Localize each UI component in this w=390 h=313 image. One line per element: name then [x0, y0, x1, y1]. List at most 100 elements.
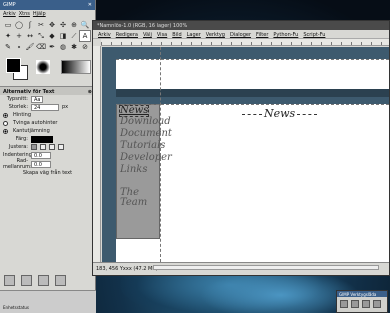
color-picker-tool-icon[interactable]: ✦ [3, 31, 13, 41]
image-statusbar: 183, 456 Yxxx (47.2 MB) [93, 262, 389, 275]
restore-options-icon[interactable] [21, 275, 32, 286]
menu-lager[interactable]: Lager [187, 32, 201, 38]
spacing-input[interactable]: 0.0 [31, 160, 51, 168]
color-area [3, 56, 92, 84]
transform-tool-icon[interactable]: ⤡ [36, 31, 46, 41]
gradient-preview[interactable] [61, 60, 91, 74]
menu-hjalp[interactable]: Hjälp [33, 11, 46, 17]
news-heading: News [264, 107, 296, 120]
create-path-button[interactable]: Skapa väg från text [23, 170, 72, 176]
rect-select-tool-icon[interactable]: ▭ [3, 20, 13, 30]
paths-tool-icon[interactable]: ⊕ [69, 20, 79, 30]
layers-window: GIMP Verktygslåda [336, 290, 388, 313]
nav-item-links: Links [120, 164, 148, 175]
justify-right-icon[interactable] [40, 144, 46, 150]
vertical-ruler[interactable] [93, 46, 101, 262]
justify-center-icon[interactable] [49, 144, 55, 150]
toolbox-titlebar[interactable]: GIMP ✕ [0, 0, 95, 10]
image-window-titlebar[interactable]: *Namnlös-1.0 (RGB, 16 lager) 100% [93, 21, 389, 30]
brush-preview-icon[interactable] [36, 60, 50, 74]
guide-line [116, 59, 389, 60]
toolbox-menubar: Arkiv Xtns Hjälp [0, 10, 95, 18]
nav-sidebar: News Download Document Tutorials Develop… [116, 104, 172, 239]
pattern-icon[interactable] [362, 300, 370, 308]
menu-dialoger[interactable]: Dialoger [230, 32, 251, 38]
eraser-tool-icon[interactable]: ⬩ [14, 42, 24, 52]
horizontal-ruler[interactable] [101, 39, 389, 46]
menu-visa[interactable]: Visa [157, 32, 167, 38]
hinting-row[interactable]: Hinting [0, 111, 95, 119]
device-status-panel: Enhetsstatus [0, 290, 96, 313]
move-tool-icon[interactable]: ✥ [47, 20, 57, 30]
antialias-row[interactable]: Kantutjämning [0, 127, 95, 135]
foreground-color-swatch[interactable] [6, 58, 21, 73]
font-selector[interactable]: Aa [31, 95, 44, 103]
spacing-row: Rad-mellanrum: 0.0 [0, 158, 95, 170]
hinting-checkbox[interactable] [3, 112, 8, 118]
justify-left-icon[interactable] [31, 144, 37, 150]
nav-item-news[interactable]: News [118, 105, 150, 117]
nav-item-developer: Developer [120, 152, 172, 163]
measure-tool-icon[interactable]: + [14, 31, 24, 41]
menu-arkiv[interactable]: Arkiv [3, 11, 16, 17]
scissors-tool-icon[interactable]: ✂ [36, 20, 46, 30]
size-label: Storlek: [8, 104, 28, 110]
gradient-icon[interactable] [373, 300, 381, 308]
menu-verktyg[interactable]: Verktyg [206, 32, 225, 38]
font-row: Typsnitt: Aa [0, 95, 95, 103]
antialias-checkbox[interactable] [3, 128, 8, 134]
menu-xtns[interactable]: Xtns [19, 11, 30, 17]
smudge-tool-icon[interactable]: ✱ [69, 42, 79, 52]
menu-redigera[interactable]: Redigera [116, 32, 138, 38]
autohinter-checkbox[interactable] [3, 120, 8, 126]
menu-filter[interactable]: Filter [256, 32, 268, 38]
color-row: Färg: [0, 135, 95, 143]
brush-icon[interactable] [351, 300, 359, 308]
airbrush-tool-icon[interactable]: 🖌 [25, 42, 35, 52]
nav-item-document: Document [120, 128, 172, 139]
clone-tool-icon[interactable]: ✒ [47, 42, 57, 52]
size-unit-select[interactable]: px [62, 104, 68, 110]
paintbrush-tool-icon[interactable]: ✎ [3, 42, 13, 52]
menu-script-fu[interactable]: Script-Fu [303, 32, 325, 38]
dodge-tool-icon[interactable]: ⊘ [80, 42, 90, 52]
autohinter-label: Tvinga autohinter [13, 120, 58, 126]
menu-bild[interactable]: Bild [172, 32, 181, 38]
blur-tool-icon[interactable]: ◍ [58, 42, 68, 52]
device-status-label: Enhetsstatus [3, 305, 30, 310]
horizontal-scrollbar[interactable] [153, 265, 379, 270]
menu-python-fu[interactable]: Python-Fu [273, 32, 298, 38]
close-icon[interactable]: ✕ [88, 2, 92, 8]
text-color-swatch[interactable] [31, 135, 53, 143]
save-options-icon[interactable] [4, 275, 15, 286]
zoom-tool-icon[interactable]: 🔍 [80, 20, 90, 30]
indent-input[interactable]: 0.0 [31, 151, 51, 159]
justify-label: Justera: [8, 144, 28, 150]
nav-item-download: Download [120, 116, 171, 127]
menu-arkiv[interactable]: Arkiv [98, 32, 111, 38]
text-tool-icon[interactable]: A [79, 30, 91, 42]
blend-tool-icon[interactable]: ◨ [58, 31, 68, 41]
ink-tool-icon[interactable]: ⌫ [36, 42, 46, 52]
antialias-label: Kantutjämning [13, 128, 50, 134]
free-select-tool-icon[interactable]: ʃ [25, 20, 35, 30]
flip-tool-icon[interactable]: ↔ [25, 31, 35, 41]
delete-options-icon[interactable] [38, 275, 49, 286]
size-input[interactable]: 24 [31, 103, 59, 111]
image-canvas[interactable]: News Download Document Tutorials Develop… [102, 47, 389, 262]
autohinter-row[interactable]: Tvinga autohinter [0, 119, 95, 127]
color-label: Färg: [15, 136, 28, 142]
pencil-tool-icon[interactable]: ⟋ [69, 31, 79, 41]
header-band [116, 59, 389, 89]
fuzzy-select-tool-icon[interactable]: ✣ [58, 20, 68, 30]
justify-fill-icon[interactable] [58, 144, 64, 150]
image-window-title: *Namnlös-1.0 (RGB, 16 lager) 100% [97, 23, 188, 29]
bucket-fill-tool-icon[interactable]: ◆ [47, 31, 57, 41]
tool-options-header: Alternativ för Text ⊗ [0, 86, 95, 95]
path-button-row: Skapa väg från text [0, 169, 95, 177]
reset-options-icon[interactable] [55, 275, 66, 286]
ellipse-select-tool-icon[interactable]: ◯ [14, 20, 24, 30]
title-ornament-right [297, 114, 317, 115]
menu-valj[interactable]: Välj [143, 32, 152, 38]
folder-icon[interactable] [340, 300, 348, 308]
